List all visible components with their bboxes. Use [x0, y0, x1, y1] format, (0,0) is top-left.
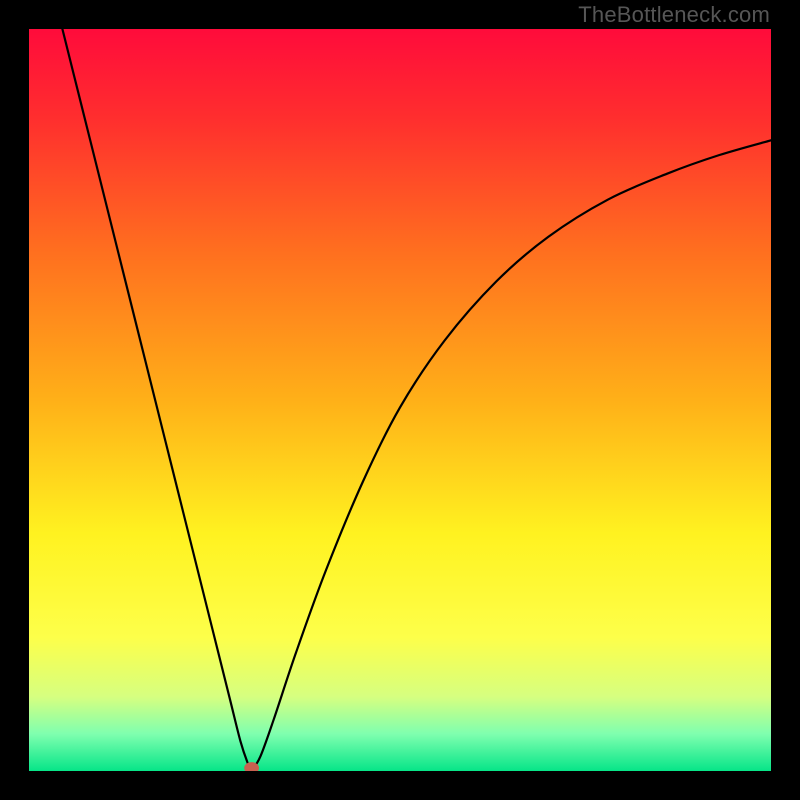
- watermark-text: TheBottleneck.com: [578, 2, 770, 28]
- chart-frame: TheBottleneck.com: [0, 0, 800, 800]
- bottleneck-chart: [29, 29, 771, 771]
- chart-background: [29, 29, 771, 771]
